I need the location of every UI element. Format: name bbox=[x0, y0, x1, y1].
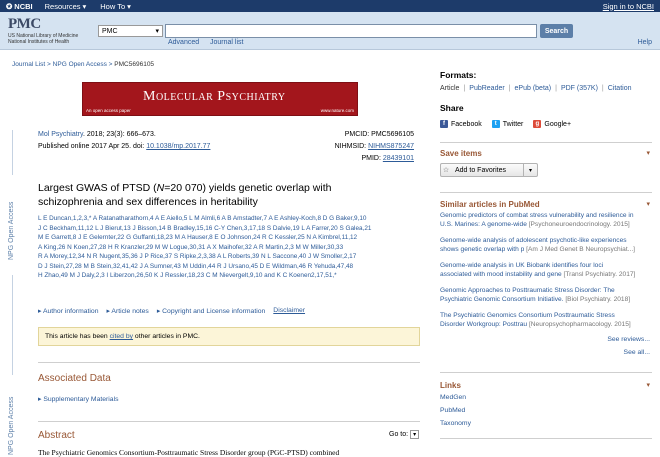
pmc-subtitle: US National Library of Medicine National … bbox=[8, 33, 79, 45]
howto-menu[interactable]: How To ▾ bbox=[100, 2, 131, 11]
pmid-link[interactable]: 28439101 bbox=[383, 155, 414, 162]
banner-title: Molecular Psychiatry bbox=[143, 89, 286, 104]
goto-menu[interactable]: Go to: ▾ bbox=[389, 430, 420, 439]
star-icon: ☆ bbox=[442, 167, 450, 174]
divider bbox=[440, 438, 652, 439]
similar-article-item[interactable]: The Psychiatric Genomics Consortium Post… bbox=[440, 312, 652, 329]
banner-open-access: An open access paper bbox=[86, 108, 131, 113]
ncbi-logo[interactable]: ✪ NCBI bbox=[6, 2, 33, 11]
similar-article-item[interactable]: Genomic predictors of combat stress vuln… bbox=[440, 212, 652, 229]
resources-menu[interactable]: Resources ▾ bbox=[45, 2, 87, 11]
search-header: PMC US National Library of Medicine Natio… bbox=[0, 12, 660, 50]
share-google[interactable]: g Google+ bbox=[533, 120, 571, 128]
ncbi-top-bar: ✪ NCBI Resources ▾ How To ▾ Sign in to NCBI bbox=[0, 0, 660, 12]
breadcrumb-current: PMC5696105 bbox=[114, 61, 155, 68]
article-links: ▸ Author information ▸ Article notes ▸ C… bbox=[38, 307, 305, 315]
save-items-heading[interactable]: Save items bbox=[440, 149, 482, 158]
divider bbox=[38, 421, 420, 422]
similar-article-item[interactable]: Genome-wide analysis in UK Biobank ident… bbox=[440, 262, 652, 279]
similar-articles-heading[interactable]: Similar articles in PubMed bbox=[440, 200, 540, 209]
link-pubmed[interactable]: PubMed bbox=[440, 407, 471, 420]
journal-list-link[interactable]: Journal list bbox=[210, 39, 243, 46]
database-select[interactable]: PMC ▾ bbox=[98, 25, 163, 37]
copyright-link[interactable]: ▸ Copyright and License information bbox=[157, 307, 265, 315]
divider bbox=[440, 192, 652, 193]
collapse-icon[interactable]: ▾ bbox=[646, 149, 650, 157]
journal-link[interactable]: Mol Psychiatry bbox=[38, 131, 83, 138]
divider bbox=[440, 372, 652, 373]
collapse-icon[interactable]: ▾ bbox=[646, 200, 650, 208]
see-reviews-link[interactable]: See reviews... bbox=[607, 336, 650, 343]
article-notes-link[interactable]: ▸ Article notes bbox=[106, 307, 148, 315]
chevron-down-icon[interactable]: ▾ bbox=[523, 164, 537, 176]
share-twitter[interactable]: t Twitter bbox=[491, 120, 523, 128]
ncbi-logo-icon: ✪ bbox=[6, 1, 13, 11]
collapse-icon[interactable]: ▾ bbox=[646, 381, 650, 389]
formats-heading: Formats: bbox=[440, 70, 477, 80]
breadcrumb: Journal List > NPG Open Access > PMC5696… bbox=[12, 61, 155, 68]
chevron-down-icon: ▾ bbox=[155, 28, 159, 35]
breadcrumb-npg[interactable]: NPG Open Access bbox=[53, 61, 107, 68]
sidebar-line bbox=[12, 130, 13, 175]
nihmsid-link[interactable]: NIHMS875247 bbox=[368, 143, 414, 150]
share-heading: Share bbox=[440, 103, 464, 113]
format-citation[interactable]: Citation bbox=[608, 85, 632, 92]
advanced-search-link[interactable]: Advanced bbox=[168, 39, 199, 46]
sidebar-label-npg[interactable]: NPG Open Access bbox=[8, 390, 18, 455]
chevron-down-icon: ▾ bbox=[127, 1, 131, 11]
see-all-link[interactable]: See all... bbox=[624, 349, 650, 356]
facebook-icon: f bbox=[440, 120, 448, 128]
author-information-link[interactable]: ▸ Author information bbox=[38, 307, 98, 315]
search-input[interactable] bbox=[165, 24, 537, 38]
article-title: Largest GWAS of PTSD (N=20 070) yields g… bbox=[38, 182, 332, 208]
format-epub[interactable]: ePub (beta) bbox=[515, 85, 552, 92]
breadcrumb-journal-list[interactable]: Journal List bbox=[12, 61, 45, 68]
formats-list: Article | PubReader | ePub (beta) | PDF (35… bbox=[440, 85, 632, 92]
pmc-logo[interactable]: PMC bbox=[8, 16, 41, 33]
cited-by-notice: This article has been cited by other art… bbox=[38, 327, 420, 346]
sidebar-label-npg[interactable]: NPG Open Access bbox=[8, 195, 18, 260]
links-list: MedGen PubMed Taxonomy bbox=[440, 394, 471, 433]
pmcid: PMCID: PMC5696105 bbox=[344, 131, 414, 138]
format-pubreader[interactable]: PubReader bbox=[469, 85, 504, 92]
share-facebook[interactable]: f Facebook bbox=[440, 120, 482, 128]
help-link[interactable]: Help bbox=[638, 39, 652, 46]
article-ids: PMCID: PMC5696105 NIHMSID: NIHMS875247 P… bbox=[334, 131, 414, 162]
add-to-favorites-button[interactable]: ☆ Add to Favorites ▾ bbox=[440, 163, 538, 177]
disclaimer-link[interactable]: Disclaimer bbox=[273, 307, 305, 315]
link-medgen[interactable]: MedGen bbox=[440, 394, 471, 407]
chevron-down-icon: ▾ bbox=[82, 1, 87, 11]
twitter-icon: t bbox=[491, 120, 500, 128]
divider bbox=[440, 142, 652, 143]
format-article[interactable]: Article bbox=[440, 85, 459, 92]
similar-article-item[interactable]: Genomic Approaches to Posttraumatic Stre… bbox=[440, 287, 652, 304]
similar-article-item[interactable]: Genome-wide analysis of adolescent psych… bbox=[440, 237, 652, 254]
search-button[interactable]: Search bbox=[540, 24, 573, 38]
links-heading[interactable]: Links bbox=[440, 381, 461, 390]
chevron-down-icon: ▾ bbox=[410, 430, 420, 439]
sidebar-line bbox=[12, 275, 13, 375]
signin-link[interactable]: Sign in to NCBI bbox=[603, 2, 654, 11]
divider bbox=[38, 362, 420, 363]
author-list[interactable]: L E Duncan,1,2,3,* A Ratanatharathorn,4 … bbox=[38, 214, 414, 281]
format-pdf[interactable]: PDF (357K) bbox=[561, 85, 598, 92]
banner-url: www.nature.com bbox=[320, 108, 354, 113]
associated-data-heading: Associated Data bbox=[38, 373, 111, 384]
google-plus-icon: g bbox=[533, 120, 542, 128]
link-taxonomy[interactable]: Taxonomy bbox=[440, 420, 471, 433]
citation: Mol Psychiatry. 2018; 23(3): 666–673. Pu… bbox=[38, 131, 211, 150]
doi-link[interactable]: 10.1038/mp.2017.77 bbox=[146, 143, 210, 150]
abstract-heading: Abstract bbox=[38, 430, 75, 441]
journal-banner[interactable]: Molecular Psychiatry An open access pape… bbox=[82, 82, 358, 116]
supplementary-materials-link[interactable]: ▸ Supplementary Materials bbox=[38, 395, 119, 403]
share-buttons: f Facebook t Twitter g Google+ bbox=[440, 120, 571, 128]
cited-by-link[interactable]: cited by bbox=[110, 333, 133, 340]
